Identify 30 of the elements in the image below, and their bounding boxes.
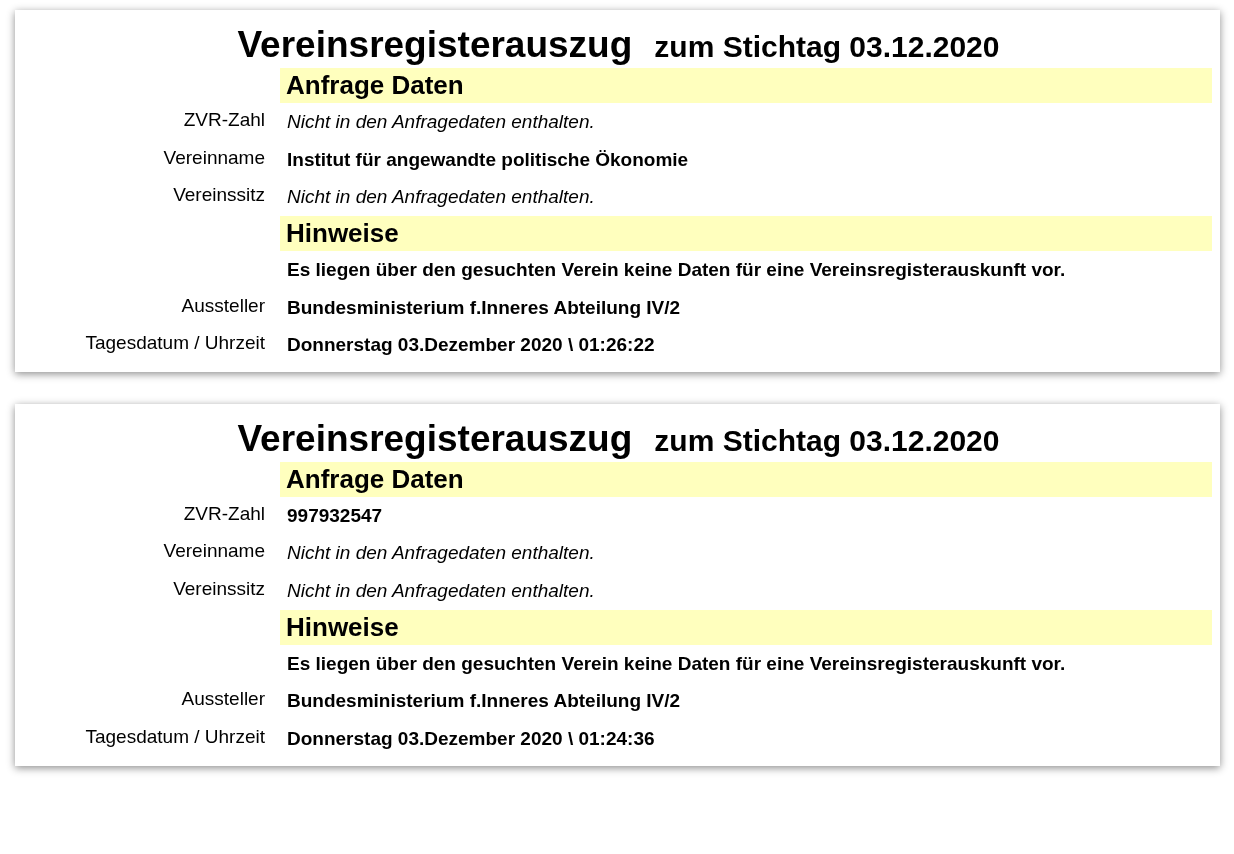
field-value: Institut für angewandte politische Ökonomie bbox=[287, 148, 689, 170]
field-label: Vereinssitz bbox=[173, 578, 265, 600]
field-label: Vereinssitz bbox=[173, 184, 265, 206]
section-heading: Anfrage Daten bbox=[280, 68, 1212, 103]
section-heading: Hinweise bbox=[280, 215, 1212, 251]
field-label: Aussteller bbox=[181, 294, 265, 316]
field-value: Nicht in den Anfragedaten enthalten. bbox=[287, 111, 595, 132]
field-label: Tagesdatum / Uhrzeit bbox=[85, 726, 265, 748]
field-value: Donnerstag 03.Dezember 2020 \ 01:26:22 bbox=[287, 334, 655, 356]
section-heading: Hinweise bbox=[280, 609, 1212, 645]
field-label: ZVR-Zahl bbox=[183, 109, 265, 130]
document-subtitle: zum Stichtag 03.12.2020 bbox=[654, 30, 1000, 64]
field-label: Vereinname bbox=[163, 146, 265, 168]
document-title: Vereinsregisterauszug bbox=[237, 24, 633, 66]
field-label: Aussteller bbox=[181, 688, 265, 710]
document-title: Vereinsregisterauszug bbox=[237, 417, 633, 460]
field-value: Nicht in den Anfragedaten enthalten. bbox=[287, 186, 595, 208]
field-value: 997932547 bbox=[287, 504, 383, 526]
field-value: Donnerstag 03.Dezember 2020 \ 01:24:36 bbox=[287, 728, 655, 750]
field-label: Tagesdatum / Uhrzeit bbox=[85, 332, 265, 354]
field-label: ZVR-Zahl bbox=[183, 502, 265, 524]
field-label: Vereinname bbox=[163, 540, 265, 562]
field-value: Bundesministerium f.Inneres Abteilung IV/2 bbox=[287, 690, 681, 712]
field-value: Es liegen über den gesuchten Verein keine Daten für eine Vereinsregisterauskunft vor. bbox=[287, 258, 1066, 280]
field-value: Bundesministerium f.Inneres Abteilung IV/2 bbox=[287, 296, 681, 318]
field-value: Nicht in den Anfragedaten enthalten. bbox=[287, 542, 595, 564]
section-heading: Anfrage Daten bbox=[280, 461, 1212, 497]
field-value: Es liegen über den gesuchten Verein keine Daten für eine Vereinsregisterauskunft vor. bbox=[287, 652, 1066, 674]
document-subtitle: zum Stichtag 03.12.2020 bbox=[654, 423, 1000, 458]
field-value: Nicht in den Anfragedaten enthalten. bbox=[287, 580, 595, 602]
